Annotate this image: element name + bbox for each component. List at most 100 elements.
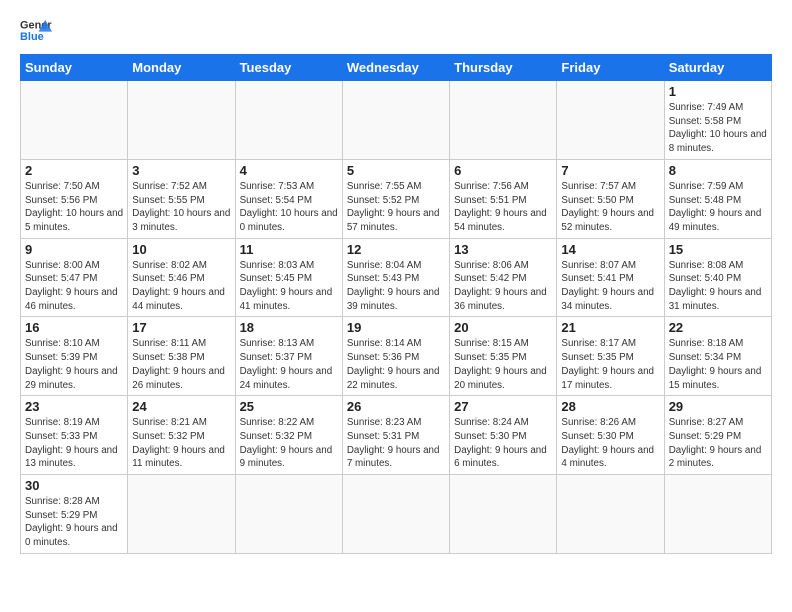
- page: General Blue SundayMondayTuesdayWednesda…: [0, 0, 792, 564]
- calendar-empty-cell: [128, 81, 235, 160]
- calendar-empty-cell: [342, 81, 449, 160]
- day-info: Sunrise: 7:55 AM Sunset: 5:52 PM Dayligh…: [347, 180, 445, 235]
- calendar-day-19: 19Sunrise: 8:14 AM Sunset: 5:36 PM Dayli…: [342, 317, 449, 396]
- calendar-day-10: 10 Sunrise: 8:02 AM Sunset: 5:46 PM Dayli…: [128, 238, 235, 317]
- day-info: Sunrise: 8:14 AM Sunset: 5:36 PM Dayligh…: [347, 337, 445, 392]
- calendar-day-28: 28Sunrise: 8:26 AM Sunset: 5:30 PM Dayli…: [557, 396, 664, 475]
- calendar-week-row: 1Sunrise: 7:49 AM Sunset: 5:58 PM Daylig…: [21, 81, 772, 160]
- day-number: 7: [561, 163, 659, 178]
- col-header-sunday: Sunday: [21, 55, 128, 81]
- day-number: 16: [25, 320, 123, 335]
- day-number: 21: [561, 320, 659, 335]
- day-number: 26: [347, 399, 445, 414]
- calendar-day-18: 18 Sunrise: 8:13 AM Sunset: 5:37 PM Dayli…: [235, 317, 342, 396]
- calendar-day-26: 26 Sunrise: 8:23 AM Sunset: 5:31 PM Dayli…: [342, 396, 449, 475]
- generalblue-logo-icon: General Blue: [20, 16, 52, 44]
- calendar-day-14: 14Sunrise: 8:07 AM Sunset: 5:41 PM Dayli…: [557, 238, 664, 317]
- day-info: Sunrise: 8:03 AM Sunset: 5:45 PM Dayligh…: [240, 259, 338, 314]
- day-number: 13: [454, 242, 552, 257]
- day-number: 11: [240, 242, 338, 257]
- day-number: 25: [240, 399, 338, 414]
- day-number: 30: [25, 478, 123, 493]
- day-info: Sunrise: 8:28 AM Sunset: 5:29 PM Dayligh…: [25, 495, 123, 550]
- col-header-monday: Monday: [128, 55, 235, 81]
- day-number: 10: [132, 242, 230, 257]
- calendar-table: SundayMondayTuesdayWednesdayThursdayFrid…: [20, 54, 772, 554]
- day-info: Sunrise: 8:10 AM Sunset: 5:39 PM Dayligh…: [25, 337, 123, 392]
- day-info: Sunrise: 8:21 AM Sunset: 5:32 PM Dayligh…: [132, 416, 230, 471]
- calendar-day-22: 22 Sunrise: 8:18 AM Sunset: 5:34 PM Dayli…: [664, 317, 771, 396]
- col-header-thursday: Thursday: [450, 55, 557, 81]
- day-info: Sunrise: 8:23 AM Sunset: 5:31 PM Dayligh…: [347, 416, 445, 471]
- calendar-empty-cell: [450, 475, 557, 554]
- calendar-empty-cell: [235, 81, 342, 160]
- day-number: 27: [454, 399, 552, 414]
- calendar-header-row: SundayMondayTuesdayWednesdayThursdayFrid…: [21, 55, 772, 81]
- calendar-day-5: 5 Sunrise: 7:55 AM Sunset: 5:52 PM Daylig…: [342, 159, 449, 238]
- calendar-day-9: 9Sunrise: 8:00 AM Sunset: 5:47 PM Daylig…: [21, 238, 128, 317]
- day-info: Sunrise: 8:15 AM Sunset: 5:35 PM Dayligh…: [454, 337, 552, 392]
- day-number: 6: [454, 163, 552, 178]
- calendar-day-7: 7 Sunrise: 7:57 AM Sunset: 5:50 PM Daylig…: [557, 159, 664, 238]
- day-number: 28: [561, 399, 659, 414]
- day-number: 20: [454, 320, 552, 335]
- calendar-week-row: 23 Sunrise: 8:19 AM Sunset: 5:33 PM Dayli…: [21, 396, 772, 475]
- day-number: 22: [669, 320, 767, 335]
- calendar-day-2: 2 Sunrise: 7:50 AM Sunset: 5:56 PM Daylig…: [21, 159, 128, 238]
- day-info: Sunrise: 8:11 AM Sunset: 5:38 PM Dayligh…: [132, 337, 230, 392]
- day-info: Sunrise: 8:19 AM Sunset: 5:33 PM Dayligh…: [25, 416, 123, 471]
- header: General Blue: [20, 16, 772, 44]
- calendar-day-11: 11 Sunrise: 8:03 AM Sunset: 5:45 PM Dayli…: [235, 238, 342, 317]
- day-info: Sunrise: 8:02 AM Sunset: 5:46 PM Dayligh…: [132, 259, 230, 314]
- day-info: Sunrise: 7:52 AM Sunset: 5:55 PM Dayligh…: [132, 180, 230, 235]
- day-number: 4: [240, 163, 338, 178]
- calendar-week-row: 9Sunrise: 8:00 AM Sunset: 5:47 PM Daylig…: [21, 238, 772, 317]
- day-number: 14: [561, 242, 659, 257]
- calendar-day-13: 13Sunrise: 8:06 AM Sunset: 5:42 PM Dayli…: [450, 238, 557, 317]
- day-number: 5: [347, 163, 445, 178]
- day-info: Sunrise: 7:53 AM Sunset: 5:54 PM Dayligh…: [240, 180, 338, 235]
- calendar-day-3: 3 Sunrise: 7:52 AM Sunset: 5:55 PM Daylig…: [128, 159, 235, 238]
- day-info: Sunrise: 7:57 AM Sunset: 5:50 PM Dayligh…: [561, 180, 659, 235]
- calendar-day-4: 4 Sunrise: 7:53 AM Sunset: 5:54 PM Daylig…: [235, 159, 342, 238]
- day-number: 9: [25, 242, 123, 257]
- calendar-day-23: 23 Sunrise: 8:19 AM Sunset: 5:33 PM Dayli…: [21, 396, 128, 475]
- day-number: 17: [132, 320, 230, 335]
- calendar-empty-cell: [21, 81, 128, 160]
- day-number: 2: [25, 163, 123, 178]
- calendar-day-6: 6Sunrise: 7:56 AM Sunset: 5:51 PM Daylig…: [450, 159, 557, 238]
- day-number: 24: [132, 399, 230, 414]
- day-number: 3: [132, 163, 230, 178]
- logo: General Blue: [20, 16, 52, 44]
- day-number: 29: [669, 399, 767, 414]
- svg-text:Blue: Blue: [20, 31, 44, 43]
- col-header-tuesday: Tuesday: [235, 55, 342, 81]
- calendar-day-12: 12 Sunrise: 8:04 AM Sunset: 5:43 PM Dayli…: [342, 238, 449, 317]
- col-header-friday: Friday: [557, 55, 664, 81]
- calendar-empty-cell: [235, 475, 342, 554]
- calendar-empty-cell: [450, 81, 557, 160]
- calendar-empty-cell: [342, 475, 449, 554]
- calendar-empty-cell: [664, 475, 771, 554]
- calendar-day-29: 29Sunrise: 8:27 AM Sunset: 5:29 PM Dayli…: [664, 396, 771, 475]
- day-number: 1: [669, 84, 767, 99]
- calendar-empty-cell: [557, 81, 664, 160]
- day-info: Sunrise: 7:59 AM Sunset: 5:48 PM Dayligh…: [669, 180, 767, 235]
- day-number: 18: [240, 320, 338, 335]
- calendar-day-21: 21 Sunrise: 8:17 AM Sunset: 5:35 PM Dayli…: [557, 317, 664, 396]
- day-info: Sunrise: 8:24 AM Sunset: 5:30 PM Dayligh…: [454, 416, 552, 471]
- day-info: Sunrise: 8:04 AM Sunset: 5:43 PM Dayligh…: [347, 259, 445, 314]
- calendar-day-30: 30 Sunrise: 8:28 AM Sunset: 5:29 PM Dayli…: [21, 475, 128, 554]
- day-number: 12: [347, 242, 445, 257]
- day-info: Sunrise: 8:08 AM Sunset: 5:40 PM Dayligh…: [669, 259, 767, 314]
- day-info: Sunrise: 7:50 AM Sunset: 5:56 PM Dayligh…: [25, 180, 123, 235]
- day-number: 23: [25, 399, 123, 414]
- day-info: Sunrise: 8:13 AM Sunset: 5:37 PM Dayligh…: [240, 337, 338, 392]
- day-info: Sunrise: 8:18 AM Sunset: 5:34 PM Dayligh…: [669, 337, 767, 392]
- calendar-day-1: 1Sunrise: 7:49 AM Sunset: 5:58 PM Daylig…: [664, 81, 771, 160]
- day-number: 8: [669, 163, 767, 178]
- day-number: 15: [669, 242, 767, 257]
- day-info: Sunrise: 8:17 AM Sunset: 5:35 PM Dayligh…: [561, 337, 659, 392]
- calendar-day-15: 15 Sunrise: 8:08 AM Sunset: 5:40 PM Dayli…: [664, 238, 771, 317]
- col-header-wednesday: Wednesday: [342, 55, 449, 81]
